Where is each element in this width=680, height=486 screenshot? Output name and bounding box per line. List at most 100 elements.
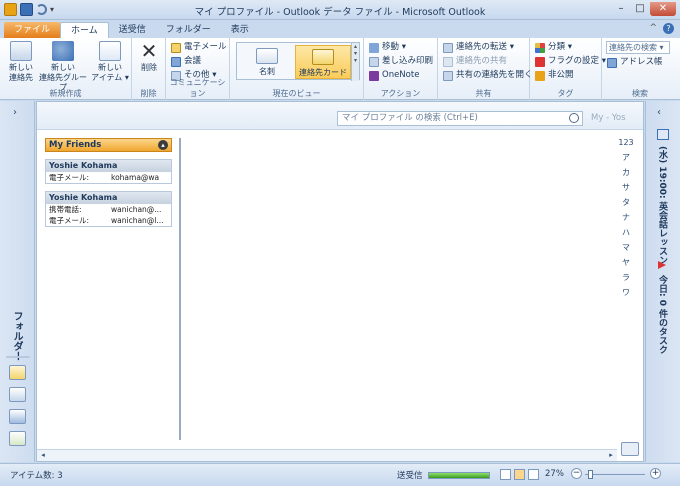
index-ha[interactable]: ハ xyxy=(617,226,635,239)
expand-todo-icon[interactable]: ‹ xyxy=(657,107,661,118)
index-ta[interactable]: タ xyxy=(617,196,635,209)
calendar-items-icon xyxy=(99,41,121,61)
contact-group-icon xyxy=(52,41,74,61)
search-bar: マイ プロファイル の検索 (Ctrl+E) My - Yos xyxy=(37,102,643,130)
categorize-button[interactable]: 分類 ▾ xyxy=(535,41,572,54)
view-contact-card[interactable]: 連絡先カード xyxy=(295,45,351,79)
forward-contact-button[interactable]: 連絡先の転送 ▾ xyxy=(443,41,514,54)
search-contacts-combo[interactable]: 連絡先の検索 ▾ xyxy=(606,41,670,54)
group-new: 新しい 連絡先 新しい 連絡先グループ 新しい アイテム ▾ 新規作成 xyxy=(0,38,132,100)
calendar-icon[interactable] xyxy=(9,387,26,402)
tab-folder[interactable]: フォルダー xyxy=(156,22,221,38)
tab-file[interactable]: ファイル xyxy=(4,22,61,38)
contact-card-view-icon xyxy=(312,49,334,65)
share-contacts-button[interactable]: 連絡先の共有 xyxy=(443,55,507,68)
title-bar: ▾ マイ プロファイル - Outlook データ ファイル - Microso… xyxy=(0,0,680,20)
todo-appointment[interactable]: (水) 19:00: 英会話レッスン xyxy=(656,146,669,265)
index-wa[interactable]: ワ xyxy=(617,286,635,299)
open-shared-icon xyxy=(443,70,453,81)
email-icon xyxy=(171,42,181,53)
nav-separator xyxy=(6,356,30,358)
navigation-pane: › フォルダー xyxy=(0,101,35,462)
group-current-view: 名刺 連絡先カード ▴ ▾ ▾ 現在のビュー xyxy=(230,38,364,100)
onenote-button[interactable]: OneNote xyxy=(369,69,419,82)
contact-name: Yoshie Kohama xyxy=(46,192,171,204)
contact-card[interactable]: Yoshie Kohama 電子メール: kohama@wa xyxy=(45,159,172,184)
share-contacts-icon xyxy=(443,56,453,67)
minimize-ribbon-icon[interactable]: ^ xyxy=(649,23,657,34)
delete-x-icon: ✕ xyxy=(140,39,158,63)
index-ka[interactable]: カ xyxy=(617,166,635,179)
mail-merge-icon xyxy=(369,56,379,67)
view-business-card[interactable]: 名刺 xyxy=(239,45,295,79)
index-ra[interactable]: ラ xyxy=(617,271,635,284)
tab-home[interactable]: ホーム xyxy=(60,22,109,38)
email-button[interactable]: 電子メール xyxy=(171,41,227,54)
contacts-icon[interactable] xyxy=(9,409,26,424)
view-gallery-scroll[interactable]: ▴ ▾ ▾ xyxy=(351,43,359,81)
address-book-button[interactable]: アドレス帳 xyxy=(607,56,663,69)
lock-icon xyxy=(535,70,545,81)
collapse-group-icon[interactable]: ▴ xyxy=(158,140,168,150)
help-icon[interactable]: ? xyxy=(663,23,674,34)
index-123[interactable]: 123 xyxy=(617,136,635,149)
group-share: 連絡先の転送 ▾ 連絡先の共有 共有の連絡先を開く 共有 xyxy=(438,38,533,100)
people-pane-icon[interactable] xyxy=(621,442,639,456)
mail-icon[interactable] xyxy=(9,365,26,380)
horizontal-scrollbar[interactable]: ◂ ▸ xyxy=(37,449,617,461)
maximize-button[interactable]: □ xyxy=(631,2,649,16)
group-actions: 移動 ▾ 差し込み印刷 OneNote アクション xyxy=(364,38,438,100)
index-na[interactable]: ナ xyxy=(617,211,635,224)
zoom-slider-thumb[interactable] xyxy=(588,470,593,479)
mail-merge-button[interactable]: 差し込み印刷 xyxy=(369,55,433,68)
meeting-button[interactable]: 会議 xyxy=(171,55,201,68)
contact-group-header[interactable]: My Friends ▴ xyxy=(45,138,172,152)
new-contact-group-button[interactable]: 新しい 連絡先グループ xyxy=(38,41,88,93)
address-book-icon xyxy=(607,57,617,68)
tasks-icon[interactable] xyxy=(9,431,26,446)
delete-button[interactable]: ✕ 削除 xyxy=(137,41,161,73)
index-ya[interactable]: ヤ xyxy=(617,256,635,269)
contact-card[interactable]: Yoshie Kohama 携帯電話: wanichan@... 電子メール: … xyxy=(45,191,172,227)
tab-send-receive[interactable]: 送受信 xyxy=(109,22,156,38)
normal-view-icon[interactable] xyxy=(500,469,511,480)
todo-task-summary[interactable]: 今日: 0 件のタスク xyxy=(656,275,669,354)
status-bar: アイテム数: 3 送受信 27% − + xyxy=(0,463,680,486)
scroll-right-icon[interactable]: ▸ xyxy=(605,450,617,461)
zoom-in-icon[interactable]: + xyxy=(650,468,661,479)
send-receive-status[interactable]: 送受信 xyxy=(397,469,423,481)
people-view-icon[interactable] xyxy=(528,469,539,480)
reading-view-icon[interactable] xyxy=(514,469,525,480)
folder-pane-label[interactable]: フォルダー xyxy=(9,311,24,361)
zoom-out-icon[interactable]: − xyxy=(571,468,582,479)
close-button[interactable]: ✕ xyxy=(650,2,676,16)
search-icon[interactable] xyxy=(569,113,579,123)
minimize-button[interactable]: – xyxy=(612,2,630,16)
column-divider[interactable] xyxy=(179,138,181,440)
index-sa[interactable]: サ xyxy=(617,181,635,194)
tab-view[interactable]: 表示 xyxy=(221,22,259,38)
progress-fill xyxy=(429,473,489,478)
index-a[interactable]: ア xyxy=(617,151,635,164)
group-label-new: 新規作成 xyxy=(49,89,82,98)
follow-up-button[interactable]: フラグの設定 ▾ xyxy=(535,55,606,68)
scroll-left-icon[interactable]: ◂ xyxy=(37,450,49,461)
private-button[interactable]: 非公開 xyxy=(535,69,574,82)
categorize-icon xyxy=(535,42,545,53)
contacts-view: マイ プロファイル の検索 (Ctrl+E) My - Yos My Frien… xyxy=(36,101,644,462)
meeting-icon xyxy=(171,56,181,67)
flag-icon xyxy=(535,56,545,67)
calendar-icon xyxy=(657,129,669,140)
expand-nav-icon[interactable]: › xyxy=(13,107,17,118)
new-items-button[interactable]: 新しい アイテム ▾ xyxy=(90,41,130,83)
zoom-slider-track[interactable] xyxy=(585,474,645,475)
open-shared-contacts-button[interactable]: 共有の連絡先を開く xyxy=(443,69,533,82)
new-contact-button[interactable]: 新しい 連絡先 xyxy=(4,41,38,83)
group-label-communication: コミュニケーション xyxy=(169,78,226,98)
move-button[interactable]: 移動 ▾ xyxy=(369,41,406,54)
forward-contact-icon xyxy=(443,42,453,53)
contact-card-icon xyxy=(10,41,32,61)
search-input[interactable]: マイ プロファイル の検索 (Ctrl+E) xyxy=(337,111,583,126)
ribbon-controls: ^ ? xyxy=(649,23,674,34)
index-ma[interactable]: マ xyxy=(617,241,635,254)
